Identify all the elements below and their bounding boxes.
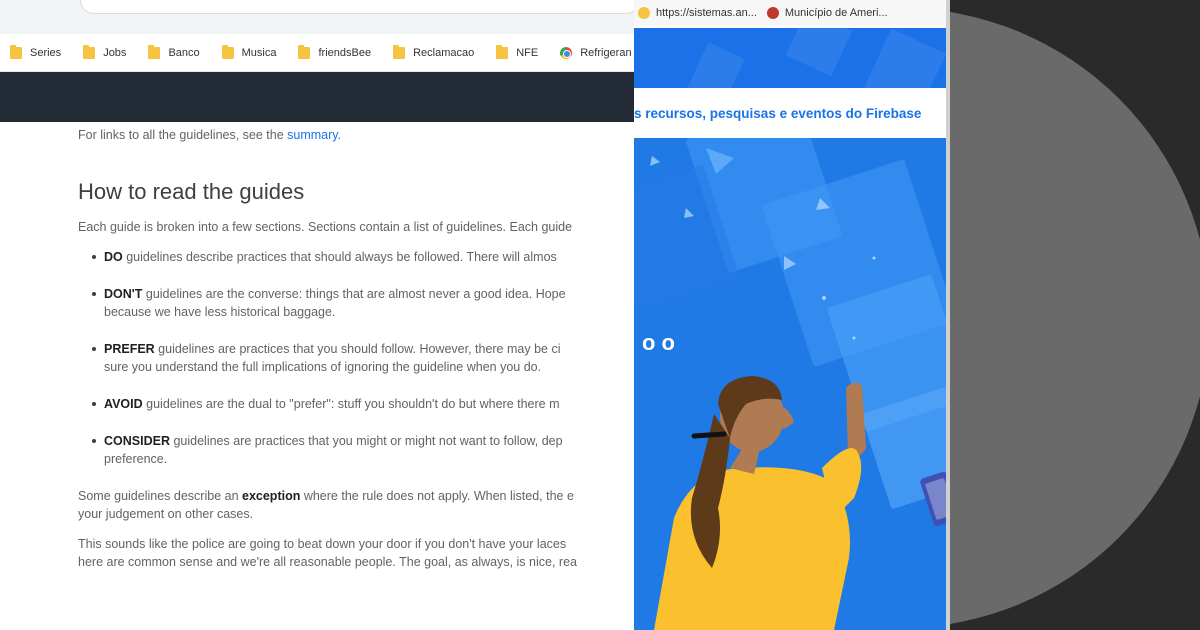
item-text-line2: sure you understand the full implication… [104,360,542,374]
folder-icon [393,44,406,59]
folder-icon [148,44,161,59]
section-heading: How to read the guides [78,179,305,204]
item-text-line2: because we have less historical baggage. [104,305,336,319]
keyword: DO [104,250,123,264]
exception-paragraph: Some guidelines describe an exception wh… [78,487,634,523]
chrome-icon [560,46,573,59]
bookmark-label: Município de Ameri... [784,7,888,19]
bookmark-item[interactable]: friendsBee [298,44,372,59]
bookmark-label: Musica [241,46,277,59]
list-item-dont: DON'T guidelines are the converse: thing… [92,285,634,321]
list-item-consider: CONSIDER guidelines are practices that y… [92,432,634,468]
keyword: AVOID [104,397,143,411]
bookmark-label: friendsBee [318,46,372,59]
browser-toolbar [0,0,634,34]
woman-illustration [650,148,950,630]
bookmark-item[interactable]: Refrigeran [560,46,632,59]
bookmark-item[interactable]: Reclamacao [393,44,475,59]
item-text: guidelines are practices that you might … [169,434,563,448]
lead-paragraph: Each guide is broken into a few sections… [78,220,573,234]
crest-icon [766,7,779,19]
item-text: guidelines are practices that you should… [154,342,561,356]
bookmark-item[interactable]: NFE [496,44,539,59]
keyword: DON'T [104,287,143,301]
folder-icon [298,44,311,59]
firebase-header-banner [634,28,950,88]
exception-word: exception [242,489,301,503]
middle-browser-screenshot: https://sistemas.an... Município de Amer… [634,0,950,630]
intro-text: For links to all the guidelines, see the [78,128,288,142]
site-favicon-icon [638,7,650,19]
bookmark-sistemas[interactable]: https://sistemas.an... [638,7,757,19]
bookmark-label: Refrigeran [580,46,632,59]
bookmark-item[interactable]: Jobs [83,44,127,59]
folder-icon [10,44,22,59]
closing-line1: This sounds like the police are going to… [78,537,567,551]
intro-end: . [337,128,342,142]
folder-icon [83,44,96,59]
summary-link[interactable]: summary [287,128,337,142]
exception-pre: Some guidelines describe an [78,489,242,503]
firebase-subtitle: s recursos, pesquisas e eventos do Fireb… [634,88,950,138]
bookmark-label: Jobs [103,46,127,59]
bookmark-municipio[interactable]: Município de Ameri... [766,7,888,19]
bookmark-item[interactable]: Series [10,44,62,59]
bookmark-item[interactable]: Musica [221,44,277,59]
item-text: guidelines describe practices that shoul… [122,250,557,264]
list-item-avoid: AVOID guidelines are the dual to "prefer… [92,395,634,413]
left-browser-screenshot: Series Jobs Banco Musica friendsBee Reclamaca… [0,0,634,630]
doc-content: For links to all the guidelines, see the… [78,126,634,571]
bookmark-label: Series [30,46,62,59]
bookmark-label: https://sistemas.an... [656,7,757,19]
closing-paragraph: This sounds like the police are going to… [78,535,634,571]
folder-icon [496,44,509,59]
firebase-hero-illustration: oo [634,138,950,630]
bookmark-item[interactable]: Banco [148,44,200,59]
bookmark-label: Banco [168,46,200,59]
keyword: CONSIDER [104,434,170,448]
exception-post: where the rule does not apply. When list… [300,489,574,503]
site-header [0,72,634,122]
closing-line2: here are common sense and we're all reas… [78,555,577,569]
window-edge [946,0,950,630]
item-text: guidelines are the dual to "prefer": stu… [142,397,560,411]
exception-line2: your judgement on other cases. [78,507,254,521]
item-text: guidelines are the converse: things that… [142,287,566,301]
bookmark-label: Reclamacao [413,46,475,59]
background-right [950,0,1200,630]
bookmarks-bar: Series Jobs Banco Musica friendsBee Reclamaca… [0,34,634,72]
keyword: PREFER [104,342,155,356]
background-circle [950,8,1200,628]
bookmark-label: NFE [516,46,539,59]
list-item-do: DO guidelines describe practices that sh… [92,248,634,266]
folder-icon [221,44,234,59]
list-item-prefer: PREFER guidelines are practices that you… [92,340,634,376]
address-bar[interactable] [80,0,634,14]
bookmarks-bar-secondary: https://sistemas.an... Município de Amer… [634,0,950,26]
guideline-list: DO guidelines describe practices that sh… [92,248,634,468]
item-text-line2: preference. [104,452,168,466]
intro-paragraph: For links to all the guidelines, see the… [78,126,634,144]
hero-glyphs: oo [642,330,681,355]
